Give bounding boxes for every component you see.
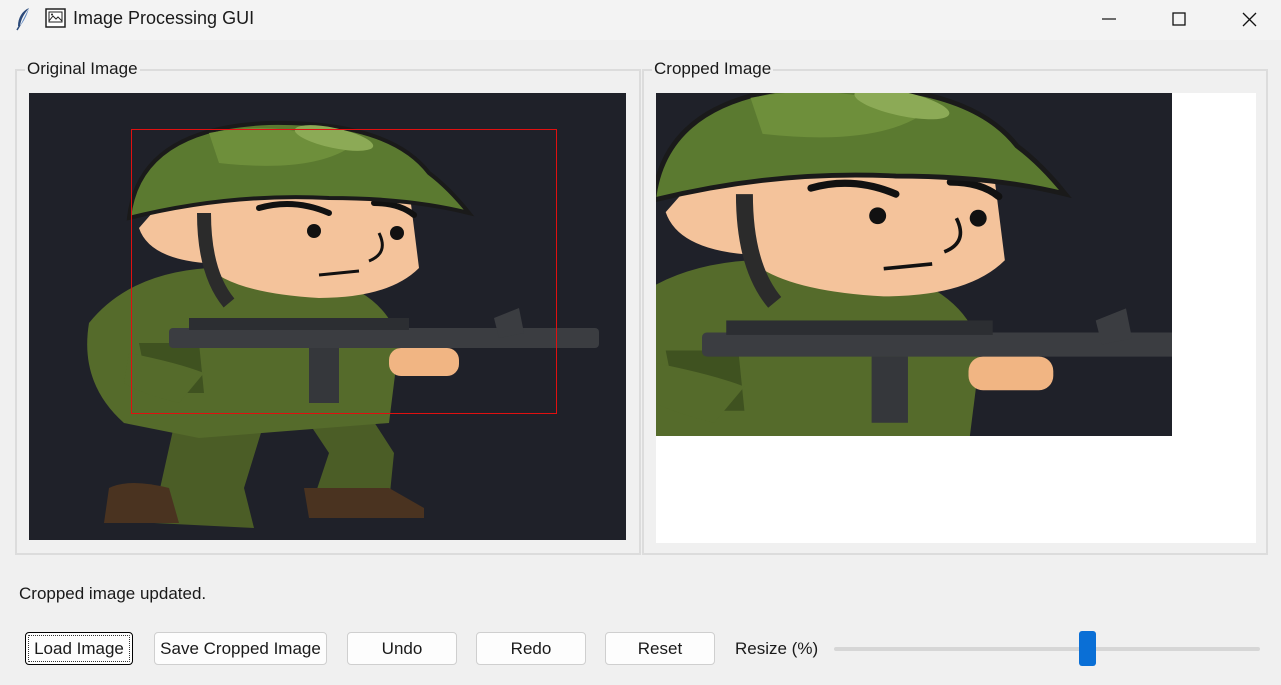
status-message: Cropped image updated. xyxy=(19,584,207,603)
cropped-image-title: Cropped Image xyxy=(652,59,774,79)
crop-selection-rectangle[interactable] xyxy=(131,129,557,414)
cropped-image xyxy=(656,93,1172,436)
minimize-button[interactable] xyxy=(1074,0,1144,38)
cropped-image-canvas xyxy=(656,93,1256,543)
maximize-icon xyxy=(1172,12,1186,26)
image-doc-icon xyxy=(45,8,66,28)
save-cropped-image-button[interactable]: Save Cropped Image xyxy=(154,632,327,665)
resize-slider-thumb[interactable] xyxy=(1079,631,1097,666)
soldier-cropped-image xyxy=(656,93,1172,436)
original-image-canvas[interactable] xyxy=(29,93,626,540)
feather-icon xyxy=(16,8,29,31)
minimize-icon xyxy=(1102,18,1116,20)
resize-slider-track[interactable] xyxy=(834,647,1260,651)
close-icon xyxy=(1242,12,1256,26)
close-button[interactable] xyxy=(1214,0,1281,38)
redo-button[interactable]: Redo xyxy=(476,632,586,665)
reset-button[interactable]: Reset xyxy=(605,632,715,665)
resize-label: Resize (%) xyxy=(735,639,819,658)
original-image-title: Original Image xyxy=(25,59,140,79)
maximize-button[interactable] xyxy=(1144,0,1214,38)
title-bar: Image Processing GUI xyxy=(0,0,1281,40)
undo-button[interactable]: Undo xyxy=(347,632,457,665)
load-image-button[interactable]: Load Image xyxy=(25,632,133,665)
window-title: Image Processing GUI xyxy=(73,8,255,28)
